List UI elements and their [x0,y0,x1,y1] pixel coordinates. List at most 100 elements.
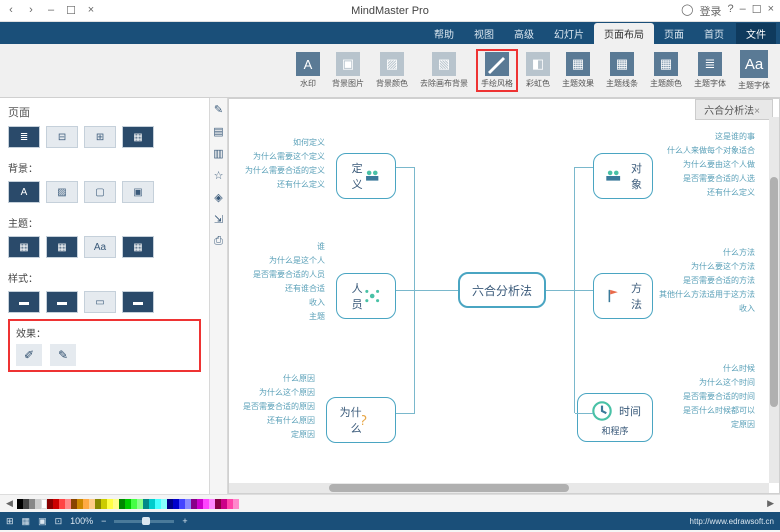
clock-icon [589,398,615,424]
theme-opt-3[interactable]: ▦ [46,236,78,258]
ribbon-theme-line[interactable]: ▦主题线条 [602,50,642,91]
txt-b3-1: 为什么这个时间 [699,377,755,388]
minimize-icon[interactable]: – [46,4,56,17]
login-link[interactable]: 登录 [699,3,721,19]
txt-b2-4: 收入 [739,303,755,314]
node-b6[interactable]: ?为什么 [326,397,396,443]
layout-opt-1[interactable]: ▦ [122,126,154,148]
txt-b4-2: 为什么需要合适的定义 [245,165,325,176]
style-opt-3[interactable]: ▬ [46,291,78,313]
page-close-icon[interactable]: × [754,106,760,117]
tab-file[interactable]: 文件 [736,23,776,44]
style-opt-4[interactable]: ▬ [8,291,40,313]
bg-opt-3[interactable]: ▨ [46,181,78,203]
theme-opt-2[interactable]: Aa [84,236,116,258]
ribbon-theme-color[interactable]: ▦主题颜色 [646,50,686,91]
status-icon-4[interactable]: ⊡ [55,516,63,527]
txt-b4-1: 为什么需要这个定义 [253,151,325,162]
tool-frame1-icon[interactable]: ▤ [212,124,226,138]
question-icon: ? [362,407,381,433]
txt-b6-1: 为什么这个原因 [259,387,315,398]
color-bar[interactable]: ◀ ▶ [0,494,780,512]
lbl-style: 样式： [8,270,201,285]
people-icon [363,163,381,189]
tool-frame2-icon[interactable]: ▥ [212,146,226,160]
tab-view[interactable]: 视图 [464,23,504,44]
network-icon [363,283,381,309]
txt-b2-3: 其他什么方法适用于这方法 [659,289,755,300]
bg-opt-1[interactable]: ▣ [122,181,154,203]
ribbon-handdraw[interactable]: 手绘风格 [476,49,518,92]
bg-opt-2[interactable]: ▢ [84,181,116,203]
ribbon-theme-effect[interactable]: ▦主题效果 [558,50,598,91]
ribbon-bgimg[interactable]: ▣背景图片 [328,50,368,91]
txt-b3-3: 是否什么时候都可以 [683,405,755,416]
status-icon-1[interactable]: ⊞ [6,516,14,527]
canvas[interactable]: ×六合分析法 六合分析法 定义 如何定义 为什么需要这个定义 为什么需要合适的定… [228,98,780,494]
txt-b5-5: 主题 [309,311,325,322]
zoom-level: 100% [70,516,93,526]
txt-b5-0: 谁 [317,241,325,252]
tool-print-icon[interactable]: ⎙ [212,234,226,248]
zoom-in-icon[interactable]: + [182,516,187,526]
min2-icon[interactable]: – [740,3,746,19]
layout-opt-3[interactable]: ⊟ [46,126,78,148]
scrollbar-h[interactable] [229,483,769,493]
theme-opt-1[interactable]: ▦ [122,236,154,258]
layout-opt-2[interactable]: ⊞ [84,126,116,148]
scrollbar-v[interactable] [769,117,779,483]
tab-home[interactable]: 首页 [694,23,734,44]
effect-handdraw-button[interactable]: ✎ [50,344,76,366]
bg-opt-4[interactable]: A [8,181,40,203]
txt-b3-2: 是否需要合适的时间 [683,391,755,402]
maximize-icon[interactable]: ☐ [66,4,76,17]
txt-b3-4: 定原因 [731,419,755,430]
ribbon-rainbow[interactable]: ◧彩虹色 [522,50,554,91]
node-b3[interactable]: 时间和程序 [577,393,653,442]
node-b1[interactable]: 对象 [593,153,653,199]
tab-page[interactable]: 页面 [654,23,694,44]
ribbon-watermark[interactable]: A水印 [292,50,324,91]
style-opt-2[interactable]: ▭ [84,291,116,313]
tab-bar: 文件 首页 页面 页面布局 幻灯片 高级 视图 帮助 [0,22,780,44]
txt-b1-3: 是否需要合适的人选 [683,173,755,184]
tool-brush-icon[interactable]: ✎ [212,102,226,116]
close2-icon[interactable]: × [768,3,774,19]
node-b2[interactable]: 方法 [593,273,653,319]
tool-tag-icon[interactable]: ◈ [212,190,226,204]
tool-export-icon[interactable]: ⇲ [212,212,226,226]
max2-icon[interactable]: ☐ [752,3,762,19]
tab-pagelayout[interactable]: 页面布局 [594,23,654,44]
side-panel: 页面 ▦ ⊞ ⊟ ≣ 背景： ▣ ▢ ▨ A 主题： ▦ Aa ▦ ▦ 样式： … [0,98,210,494]
theme-opt-4[interactable]: ▦ [8,236,40,258]
node-root[interactable]: 六合分析法 [458,272,546,308]
txt-b1-0: 这是谁的事 [715,131,755,142]
effect-pen-button[interactable]: ✐ [16,344,42,366]
help-icon[interactable]: ? [727,3,733,19]
ribbon-bgcolor[interactable]: ▨背景颜色 [372,50,412,91]
ribbon-removebg[interactable]: ▧去除画布背景 [416,50,472,91]
tool-star-icon[interactable]: ☆ [212,168,226,182]
status-icon-2[interactable]: ▦ [22,516,31,527]
ribbon-theme-font[interactable]: Aa主题字体 [734,48,774,93]
layout-opt-4[interactable]: ≣ [8,126,40,148]
tab-help[interactable]: 帮助 [424,23,464,44]
txt-b2-1: 为什么要这个方法 [691,261,755,272]
txt-b5-4: 收入 [309,297,325,308]
zoom-out-icon[interactable]: − [101,516,106,526]
tab-advanced[interactable]: 高级 [504,23,544,44]
ribbon-theme-font2[interactable]: ≣主题字体 [690,50,730,91]
user-icon[interactable]: ◯ [681,3,693,19]
panel-header: 页面 [8,104,201,120]
back-icon[interactable]: ‹ [6,4,16,17]
node-b5[interactable]: 人员 [336,273,396,319]
svg-text:?: ? [362,413,367,429]
style-opt-1[interactable]: ▬ [122,291,154,313]
tab-slideshow[interactable]: 幻灯片 [544,23,594,44]
node-b4[interactable]: 定义 [336,153,396,199]
close-icon[interactable]: × [86,4,96,17]
effect-section: 效果： ✎ ✐ [8,319,201,372]
status-icon-3[interactable]: ▣ [38,516,47,527]
forward-icon[interactable]: › [26,4,36,17]
txt-b1-2: 为什么要由这个人做 [683,159,755,170]
